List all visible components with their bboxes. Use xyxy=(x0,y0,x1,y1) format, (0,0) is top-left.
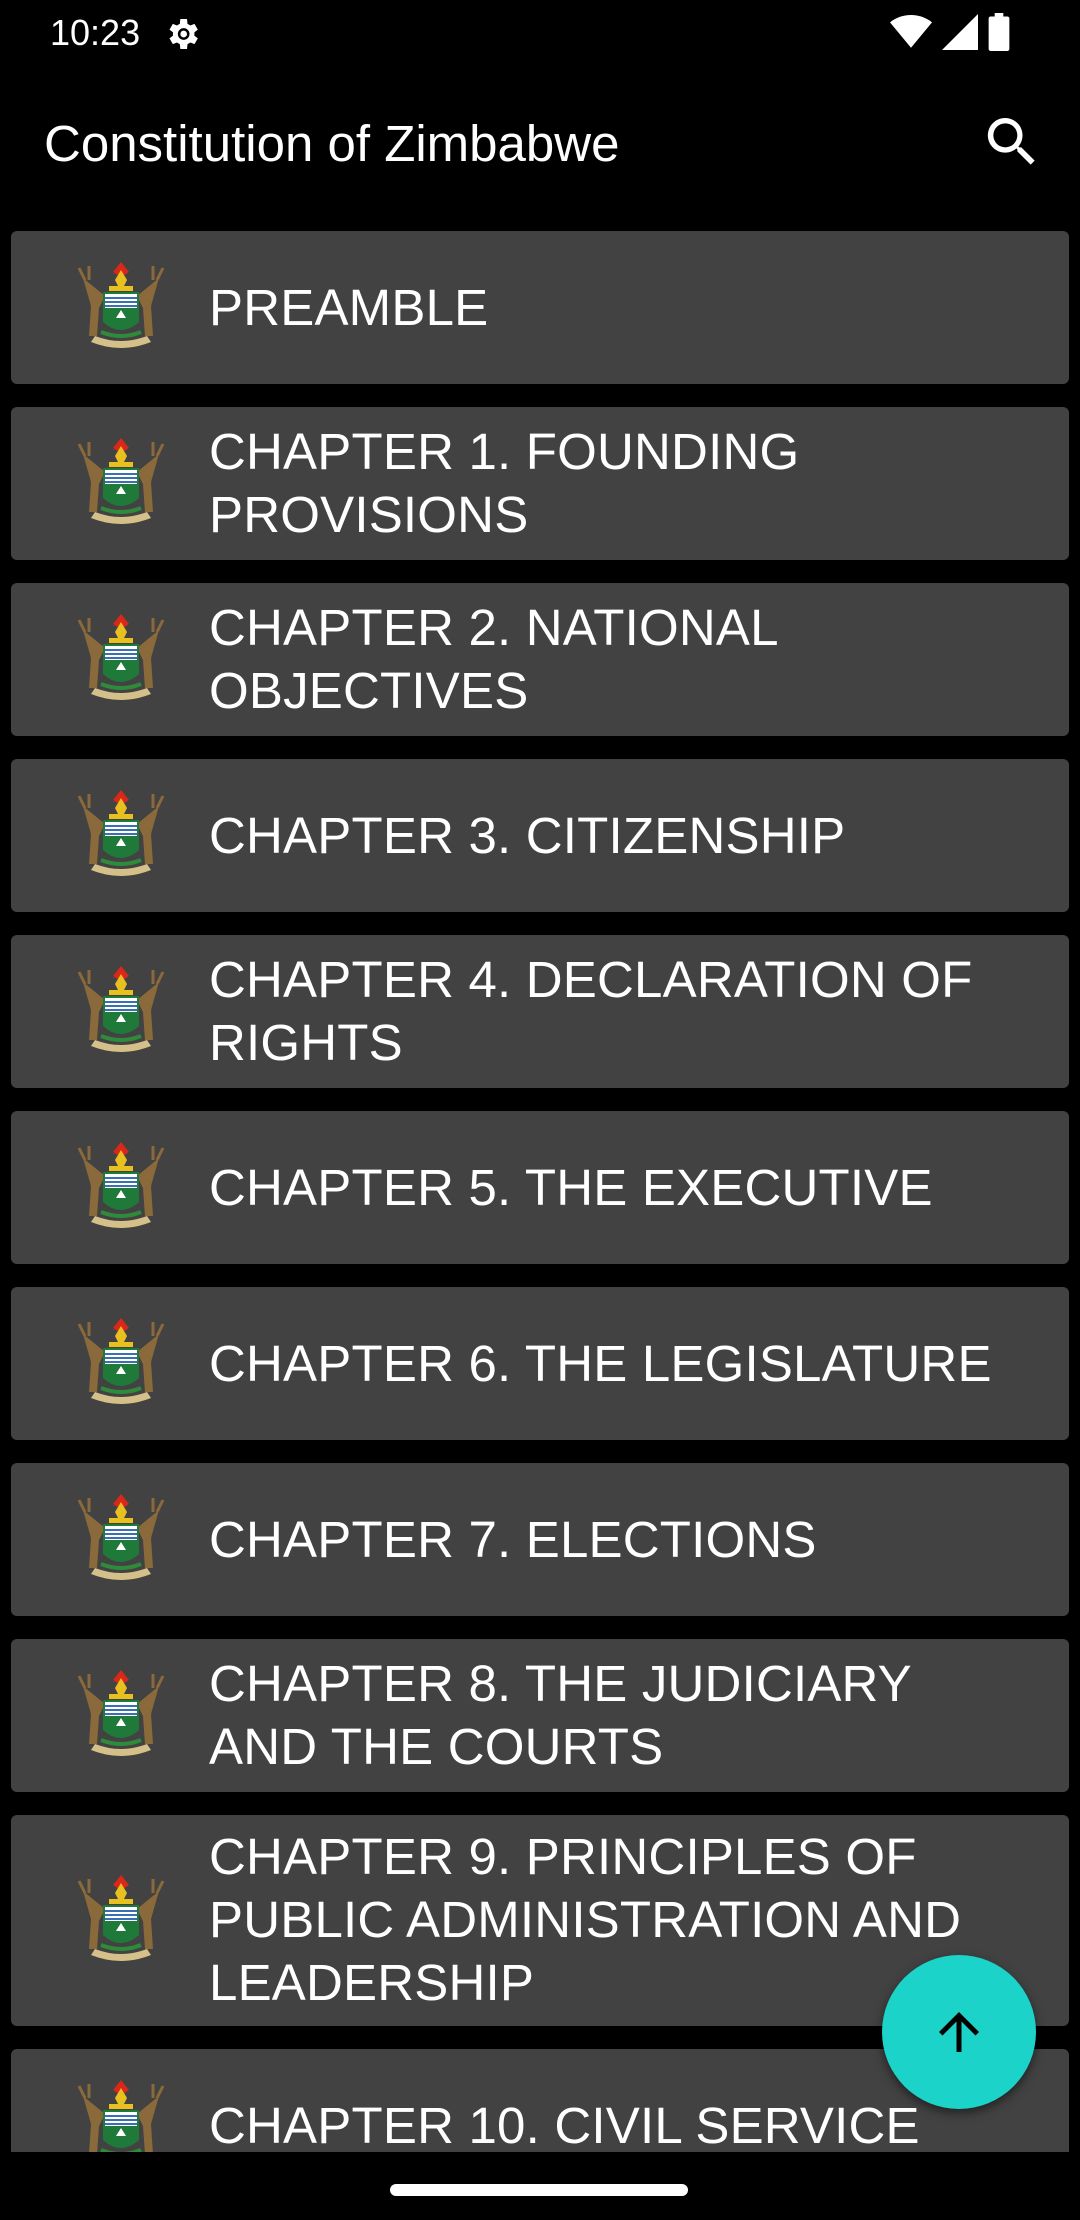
list-item-preamble[interactable]: PREAMBLE xyxy=(11,231,1069,384)
list-item-chapter-7[interactable]: CHAPTER 7. ELECTIONS xyxy=(11,1463,1069,1616)
list-item-label: CHAPTER 9. PRINCIPLES OF PUBLIC ADMINIST… xyxy=(209,1828,962,2011)
status-time: 10:23 xyxy=(50,12,141,53)
status-icons xyxy=(890,12,1010,56)
coat-of-arms-icon xyxy=(77,1873,165,1963)
scroll-to-top-button[interactable] xyxy=(882,1955,1036,2109)
list-item-chapter-2[interactable]: CHAPTER 2. NATIONAL OBJECTIVES xyxy=(11,583,1069,736)
coat-of-arms-icon xyxy=(77,1316,165,1406)
list-item-chapter-8[interactable]: CHAPTER 8. THE JUDICIARY AND THE COURTS xyxy=(11,1639,1069,1792)
app-title: Constitution of Zimbabwe xyxy=(44,115,620,172)
signal-icon xyxy=(942,13,978,55)
coat-of-arms-icon xyxy=(77,436,165,526)
coat-of-arms-icon xyxy=(77,1140,165,1230)
status-bar: 10:23 xyxy=(0,0,1080,66)
coat-of-arms-icon xyxy=(77,788,165,878)
list-item-label: CHAPTER 1. FOUNDING PROVISIONS xyxy=(209,423,800,543)
list-item-label: CHAPTER 10. CIVIL SERVICE xyxy=(209,2097,920,2152)
search-icon xyxy=(987,118,1035,165)
list-item-label: CHAPTER 7. ELECTIONS xyxy=(209,1511,817,1568)
list-item-label: CHAPTER 6. THE LEGISLATURE xyxy=(209,1335,992,1392)
list-item-chapter-5[interactable]: CHAPTER 5. THE EXECUTIVE xyxy=(11,1111,1069,1264)
wifi-icon xyxy=(890,14,932,55)
list-item-chapter-3[interactable]: CHAPTER 3. CITIZENSHIP xyxy=(11,759,1069,912)
battery-icon xyxy=(988,12,1010,56)
arrow-up-icon xyxy=(939,2012,979,2052)
coat-of-arms-icon xyxy=(77,260,165,350)
app-bar: Constitution of Zimbabwe xyxy=(0,66,1080,222)
coat-of-arms-icon xyxy=(77,612,165,702)
settings-gear-icon xyxy=(162,14,202,54)
list-item-label: CHAPTER 4. DECLARATION OF RIGHTS xyxy=(209,951,973,1071)
coat-of-arms-icon xyxy=(77,1668,165,1758)
list-item-label: CHAPTER 8. THE JUDICIARY AND THE COURTS xyxy=(209,1655,911,1775)
list-item-chapter-6[interactable]: CHAPTER 6. THE LEGISLATURE xyxy=(11,1287,1069,1440)
list-item-label: CHAPTER 2. NATIONAL OBJECTIVES xyxy=(209,599,777,719)
coat-of-arms-icon xyxy=(77,2078,165,2152)
list-item-label: CHAPTER 5. THE EXECUTIVE xyxy=(209,1159,933,1216)
list-item-chapter-1[interactable]: CHAPTER 1. FOUNDING PROVISIONS xyxy=(11,407,1069,560)
gesture-nav-handle[interactable] xyxy=(390,2184,688,2196)
search-button[interactable] xyxy=(980,110,1044,174)
list-item-label: PREAMBLE xyxy=(209,279,489,336)
list-item-chapter-4[interactable]: CHAPTER 4. DECLARATION OF RIGHTS xyxy=(11,935,1069,1088)
list-item-label: CHAPTER 3. CITIZENSHIP xyxy=(209,807,846,864)
coat-of-arms-icon xyxy=(77,964,165,1054)
coat-of-arms-icon xyxy=(77,1492,165,1582)
chapter-list[interactable]: PREAMBLE CHAPTER 1. FOUNDING PROVISIONS … xyxy=(0,230,1080,2152)
